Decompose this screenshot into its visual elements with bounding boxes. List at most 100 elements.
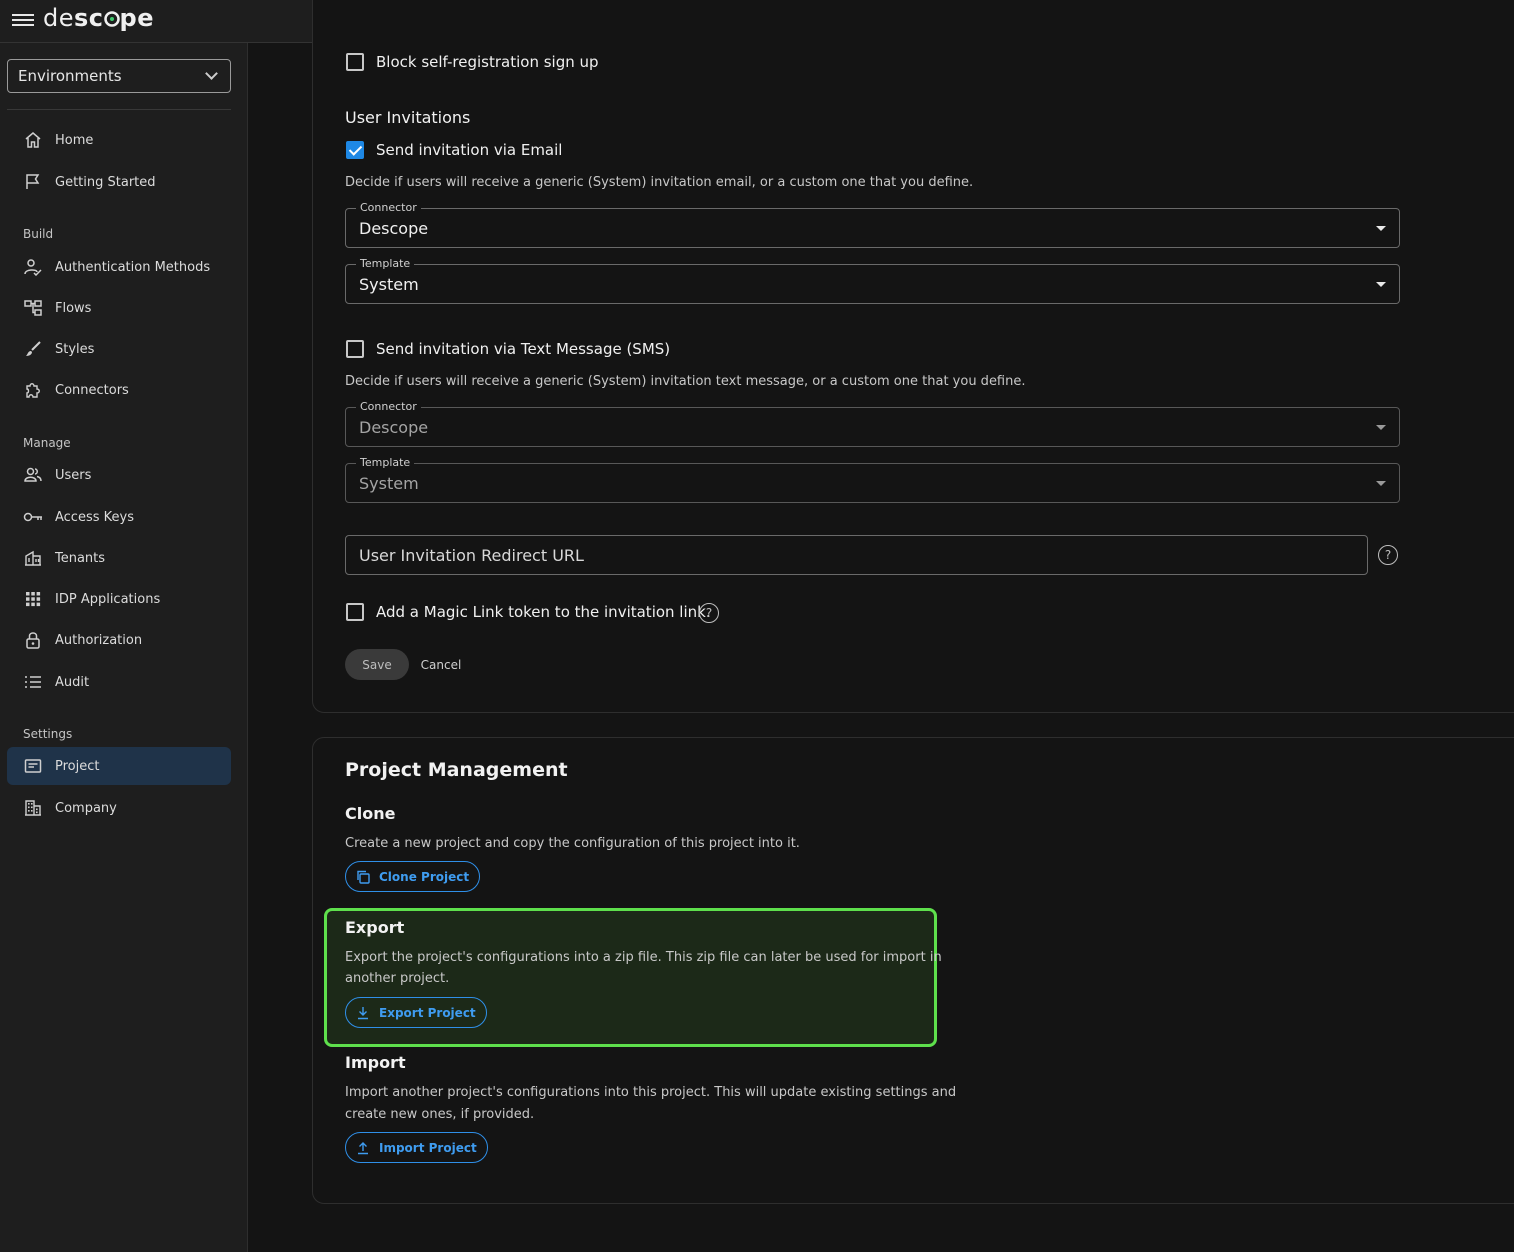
redirect-url-input[interactable]: User Invitation Redirect URL [345,535,1368,575]
import-heading: Import [345,1053,406,1072]
sidebar-item-label: Tenants [55,550,106,566]
sidebar-item-label: Flows [55,300,92,316]
export-project-label: Export Project [379,1005,476,1020]
sidebar-item-authentication-methods[interactable]: Authentication Methods [7,248,231,286]
email-template-legend: Template [356,257,415,270]
sidebar-item-users[interactable]: Users [7,456,231,494]
upload-icon [356,1141,370,1155]
caret-down-icon [1376,226,1386,231]
save-button[interactable]: Save [345,649,409,680]
sidebar-item-connectors[interactable]: Connectors [7,371,231,409]
import-description-line1: Import another project's configurations … [345,1085,957,1100]
email-connector-select[interactable]: Connector Descope [345,201,1400,248]
import-project-button[interactable]: Import Project [345,1132,488,1163]
export-description-line1: Export the project's configurations into… [345,950,942,965]
home-icon [23,130,43,150]
sidebar-item-label: Audit [55,674,90,690]
sidebar-item-audit[interactable]: Audit [7,663,231,701]
block-self-registration-checkbox[interactable] [346,53,364,71]
project-icon [23,756,43,776]
sidebar-item-styles[interactable]: Styles [7,330,231,368]
user-check-icon [23,257,43,277]
export-heading: Export [345,918,405,937]
cancel-button[interactable]: Cancel [415,649,467,680]
sidebar-item-label: Access Keys [55,509,134,525]
logo-text-start: de [43,4,74,32]
sms-connector-select[interactable]: Connector Descope [345,400,1400,447]
sidebar-item-home[interactable]: Home [7,121,231,159]
sidebar-divider [7,109,231,110]
send-sms-checkbox[interactable] [346,340,364,358]
email-connector-value: Descope [359,219,429,238]
sidebar-item-label: Users [55,467,92,483]
logo-o-icon [103,11,120,27]
users-icon [23,465,43,485]
sidebar-item-label: Project [55,758,100,774]
sms-template-select[interactable]: Template System [345,456,1400,503]
sidebar-item-label: IDP Applications [55,591,161,607]
sidebar-item-tenants[interactable]: Tenants [7,539,231,577]
sidebar-item-getting-started[interactable]: Getting Started [7,163,231,201]
clone-heading: Clone [345,804,396,823]
send-email-label: Send invitation via Email [376,141,563,159]
sidebar-item-label: Styles [55,341,95,357]
sidebar-item-company[interactable]: Company [7,789,231,827]
tenants-icon [23,548,43,568]
redirect-url-placeholder: User Invitation Redirect URL [359,546,584,565]
sidebar-section-build: Build [23,227,54,241]
magic-link-checkbox[interactable] [346,603,364,621]
environment-select[interactable]: Environments [7,59,231,93]
sms-template-legend: Template [356,456,415,469]
list-icon [23,672,43,692]
sms-connector-legend: Connector [356,400,421,413]
sms-template-value: System [359,474,419,493]
sms-description: Decide if users will receive a generic (… [345,374,1026,389]
copy-icon [356,870,370,884]
logo-text-end: pe [119,4,154,32]
sidebar-item-label: Getting Started [55,174,156,190]
sidebar-section-settings: Settings [23,727,73,741]
sidebar-item-label: Authorization [55,632,143,648]
email-template-select[interactable]: Template System [345,257,1400,304]
import-description-line2: create new ones, if provided. [345,1107,535,1122]
grid-icon [23,589,43,609]
help-icon[interactable]: ? [1378,545,1398,565]
sidebar-item-label: Connectors [55,382,129,398]
clone-description: Create a new project and copy the config… [345,836,800,851]
export-project-button[interactable]: Export Project [345,997,487,1028]
descope-logo[interactable]: desc pe [43,4,154,32]
send-email-checkbox[interactable] [346,141,364,159]
magic-link-label: Add a Magic Link token to the invitation… [376,603,711,621]
environment-select-value: Environments [18,67,122,85]
email-description: Decide if users will receive a generic (… [345,175,974,190]
menu-icon[interactable] [12,11,34,29]
puzzle-icon [23,380,43,400]
brush-icon [23,339,43,359]
download-icon [356,1006,370,1020]
block-self-registration-label: Block self-registration sign up [376,53,599,71]
clone-project-button[interactable]: Clone Project [345,861,481,892]
caret-down-icon [1376,425,1386,430]
key-icon [23,507,43,527]
sidebar-item-access-keys[interactable]: Access Keys [7,498,231,536]
sidebar-item-label: Home [55,132,94,148]
project-management-title: Project Management [345,759,568,781]
caret-down-icon [1376,282,1386,287]
sidebar-item-flows[interactable]: Flows [7,289,231,327]
caret-down-icon [1376,481,1386,486]
email-template-value: System [359,275,419,294]
lock-icon [23,630,43,650]
flows-icon [23,298,43,318]
sidebar-item-idp-applications[interactable]: IDP Applications [7,580,231,618]
sms-connector-value: Descope [359,418,429,437]
building-icon [23,798,43,818]
chevron-down-icon [205,67,218,80]
clone-project-label: Clone Project [379,869,470,884]
sidebar-section-manage: Manage [23,436,71,450]
help-icon[interactable]: ? [699,603,719,623]
sidebar-item-project[interactable]: Project [7,747,231,785]
export-description-line2: another project. [345,971,450,986]
sidebar-item-authorization[interactable]: Authorization [7,621,231,659]
email-connector-legend: Connector [356,201,421,214]
logo-text-sc: sc [74,4,104,32]
